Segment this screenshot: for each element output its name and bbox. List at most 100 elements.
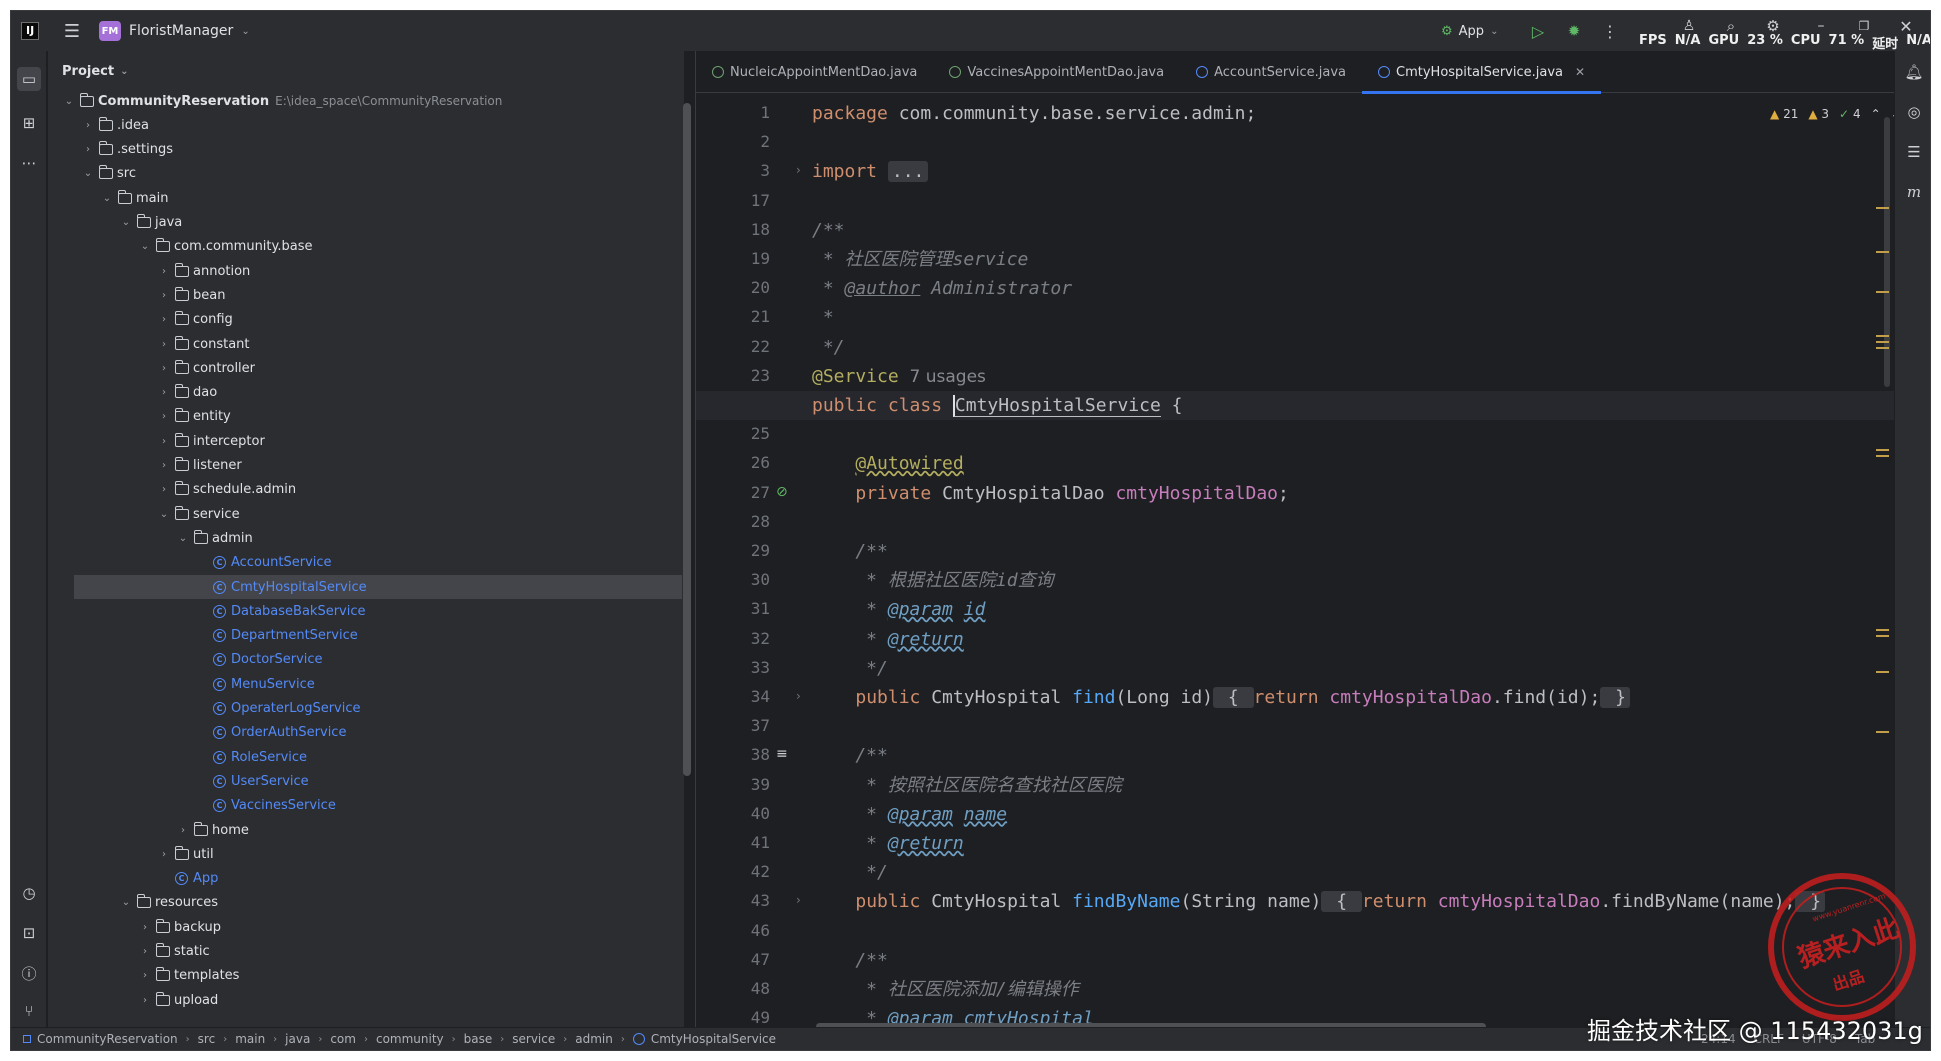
chevron-right-icon[interactable]: › <box>157 266 171 277</box>
terminal-icon[interactable]: ⊡ <box>17 921 41 945</box>
code-line[interactable]: * @return <box>812 625 964 654</box>
chevron-down-icon[interactable]: ⌄ <box>62 96 76 107</box>
fold-chevron-icon[interactable]: › <box>796 689 801 703</box>
line-number[interactable]: 26 <box>726 453 770 472</box>
line-number[interactable]: 46 <box>726 921 770 940</box>
chevron-down-icon[interactable]: ⌄ <box>119 897 133 908</box>
tree-class-item[interactable]: C AccountService <box>48 551 668 575</box>
line-number[interactable]: 33 <box>726 658 770 677</box>
error-stripe-mark[interactable] <box>1876 731 1889 733</box>
line-number[interactable]: 47 <box>726 950 770 969</box>
chevron-right-icon[interactable]: › <box>138 995 152 1006</box>
code-token[interactable]: } <box>1600 687 1631 708</box>
breadcrumb-item[interactable]: admin <box>575 1032 613 1046</box>
tree-class-item[interactable]: C DepartmentService <box>48 624 668 648</box>
chevron-right-icon[interactable]: › <box>157 436 171 447</box>
more-vertical-icon[interactable]: ⋮ <box>1599 20 1621 42</box>
tree-folder-item[interactable]: › listener <box>48 454 668 478</box>
breadcrumb-item[interactable]: community <box>376 1032 444 1046</box>
chevron-right-icon[interactable]: › <box>157 290 171 301</box>
chevron-right-icon[interactable]: › <box>157 339 171 350</box>
error-stripe-mark[interactable] <box>1876 347 1889 349</box>
code-line[interactable]: /** <box>812 741 888 770</box>
tree-class-item[interactable]: C App <box>48 867 668 891</box>
code-line[interactable]: */ <box>812 858 888 887</box>
breadcrumb-item[interactable]: java <box>285 1032 310 1046</box>
line-number[interactable]: 39 <box>726 775 770 794</box>
tree-class-item[interactable]: C RoleService <box>48 745 668 769</box>
line-number[interactable]: 2 <box>726 132 770 151</box>
tree-class-item[interactable]: C UserService <box>48 769 668 793</box>
debug-bug-icon[interactable]: ✹ <box>1563 20 1585 42</box>
code-line[interactable]: * 社区医院添加/编辑操作 <box>812 975 1079 1004</box>
tree-folder-item[interactable]: › entity <box>48 405 668 429</box>
breadcrumb-item[interactable]: CmtyHospitalService <box>632 1032 776 1046</box>
code-line[interactable]: @Autowired <box>812 449 963 478</box>
chevron-right-icon[interactable]: › <box>157 460 171 471</box>
tree-folder-item[interactable]: › .idea <box>48 113 668 137</box>
chevron-right-icon[interactable]: › <box>157 387 171 398</box>
line-number[interactable]: 25 <box>726 424 770 443</box>
code-token[interactable]: { <box>1213 687 1254 708</box>
ai-assistant-icon[interactable]: ◎ <box>1903 101 1925 123</box>
tree-folder-item[interactable]: › home <box>48 818 668 842</box>
tree-folder-item[interactable]: › bean <box>48 283 668 307</box>
tree-folder-item[interactable]: ⌄ java <box>48 211 668 235</box>
error-stripe-mark[interactable] <box>1876 455 1889 457</box>
line-number[interactable]: 30 <box>726 570 770 589</box>
fold-chevron-icon[interactable]: › <box>796 893 801 907</box>
render-doc-icon[interactable]: ≡ <box>776 746 794 764</box>
run-configuration-selector[interactable]: ⚙ App ⌄ <box>1441 20 1498 42</box>
code-line[interactable]: @Service 7 usages <box>812 362 986 391</box>
tree-folder-item[interactable]: › templates <box>48 964 668 988</box>
line-number[interactable]: 31 <box>726 599 770 618</box>
line-number[interactable]: 27 <box>726 483 770 502</box>
code-line[interactable]: * @return <box>812 829 964 858</box>
breadcrumb-item[interactable]: com <box>330 1032 356 1046</box>
spring-bean-icon[interactable]: ⊘ <box>776 484 794 502</box>
tree-folder-item[interactable]: › static <box>48 940 668 964</box>
line-number[interactable]: 23 <box>726 366 770 385</box>
tree-folder-item[interactable]: › schedule.admin <box>48 478 668 502</box>
code-line[interactable]: * 按照社区医院名查找社区医院 <box>812 771 1122 800</box>
chevron-down-icon[interactable]: ⌄ <box>100 193 114 204</box>
code-line[interactable]: package com.community.base.service.admin… <box>812 99 1256 128</box>
line-number[interactable]: 43 <box>726 891 770 910</box>
hamburger-menu-icon[interactable]: ☰ <box>61 20 83 42</box>
project-panel-header[interactable]: Project ⌄ <box>62 61 128 81</box>
tree-class-item[interactable]: C CmtyHospitalService <box>74 575 682 599</box>
chevron-right-icon[interactable]: › <box>81 144 95 155</box>
code-line[interactable]: * <box>812 303 834 332</box>
structure-icon[interactable]: ⊞ <box>17 111 41 135</box>
line-number[interactable]: 38 <box>726 745 770 764</box>
more-horizontal-icon[interactable]: ⋯ <box>17 151 41 175</box>
line-number[interactable]: 1 <box>726 103 770 122</box>
error-stripe-mark[interactable] <box>1876 335 1889 337</box>
tree-class-item[interactable]: C VaccinesService <box>48 794 668 818</box>
chevron-right-icon[interactable]: › <box>157 411 171 422</box>
error-stripe-mark[interactable] <box>1876 629 1889 631</box>
line-number[interactable]: 49 <box>726 1008 770 1027</box>
line-number[interactable]: 29 <box>726 541 770 560</box>
code-token[interactable]: ... <box>887 161 929 183</box>
error-stripe-mark[interactable] <box>1876 635 1889 637</box>
line-number[interactable]: 28 <box>726 512 770 531</box>
tree-folder-item[interactable]: ⌄ admin <box>48 526 668 550</box>
run-icon[interactable]: ▷ <box>1527 20 1549 42</box>
line-number[interactable]: 41 <box>726 833 770 852</box>
code-line[interactable]: * @param name <box>812 800 1007 829</box>
fold-chevron-icon[interactable]: › <box>796 163 801 177</box>
line-number[interactable]: 32 <box>726 629 770 648</box>
error-stripe-mark[interactable] <box>1876 449 1889 451</box>
chevron-right-icon[interactable]: › <box>176 825 190 836</box>
tree-folder-item[interactable]: › constant <box>48 332 668 356</box>
close-icon[interactable]: ✕ <box>1575 65 1585 79</box>
tree-folder-item[interactable]: › controller <box>48 356 668 380</box>
chevron-right-icon[interactable]: › <box>138 970 152 981</box>
line-number[interactable]: 22 <box>726 337 770 356</box>
project-switcher[interactable]: FM FloristManager ⌄ <box>99 20 250 42</box>
error-stripe-mark[interactable] <box>1876 251 1889 253</box>
chevron-right-icon[interactable]: › <box>157 314 171 325</box>
notifications-bell-icon[interactable]: 🔔︎ <box>1903 61 1925 83</box>
breadcrumb-item[interactable]: main <box>235 1032 265 1046</box>
